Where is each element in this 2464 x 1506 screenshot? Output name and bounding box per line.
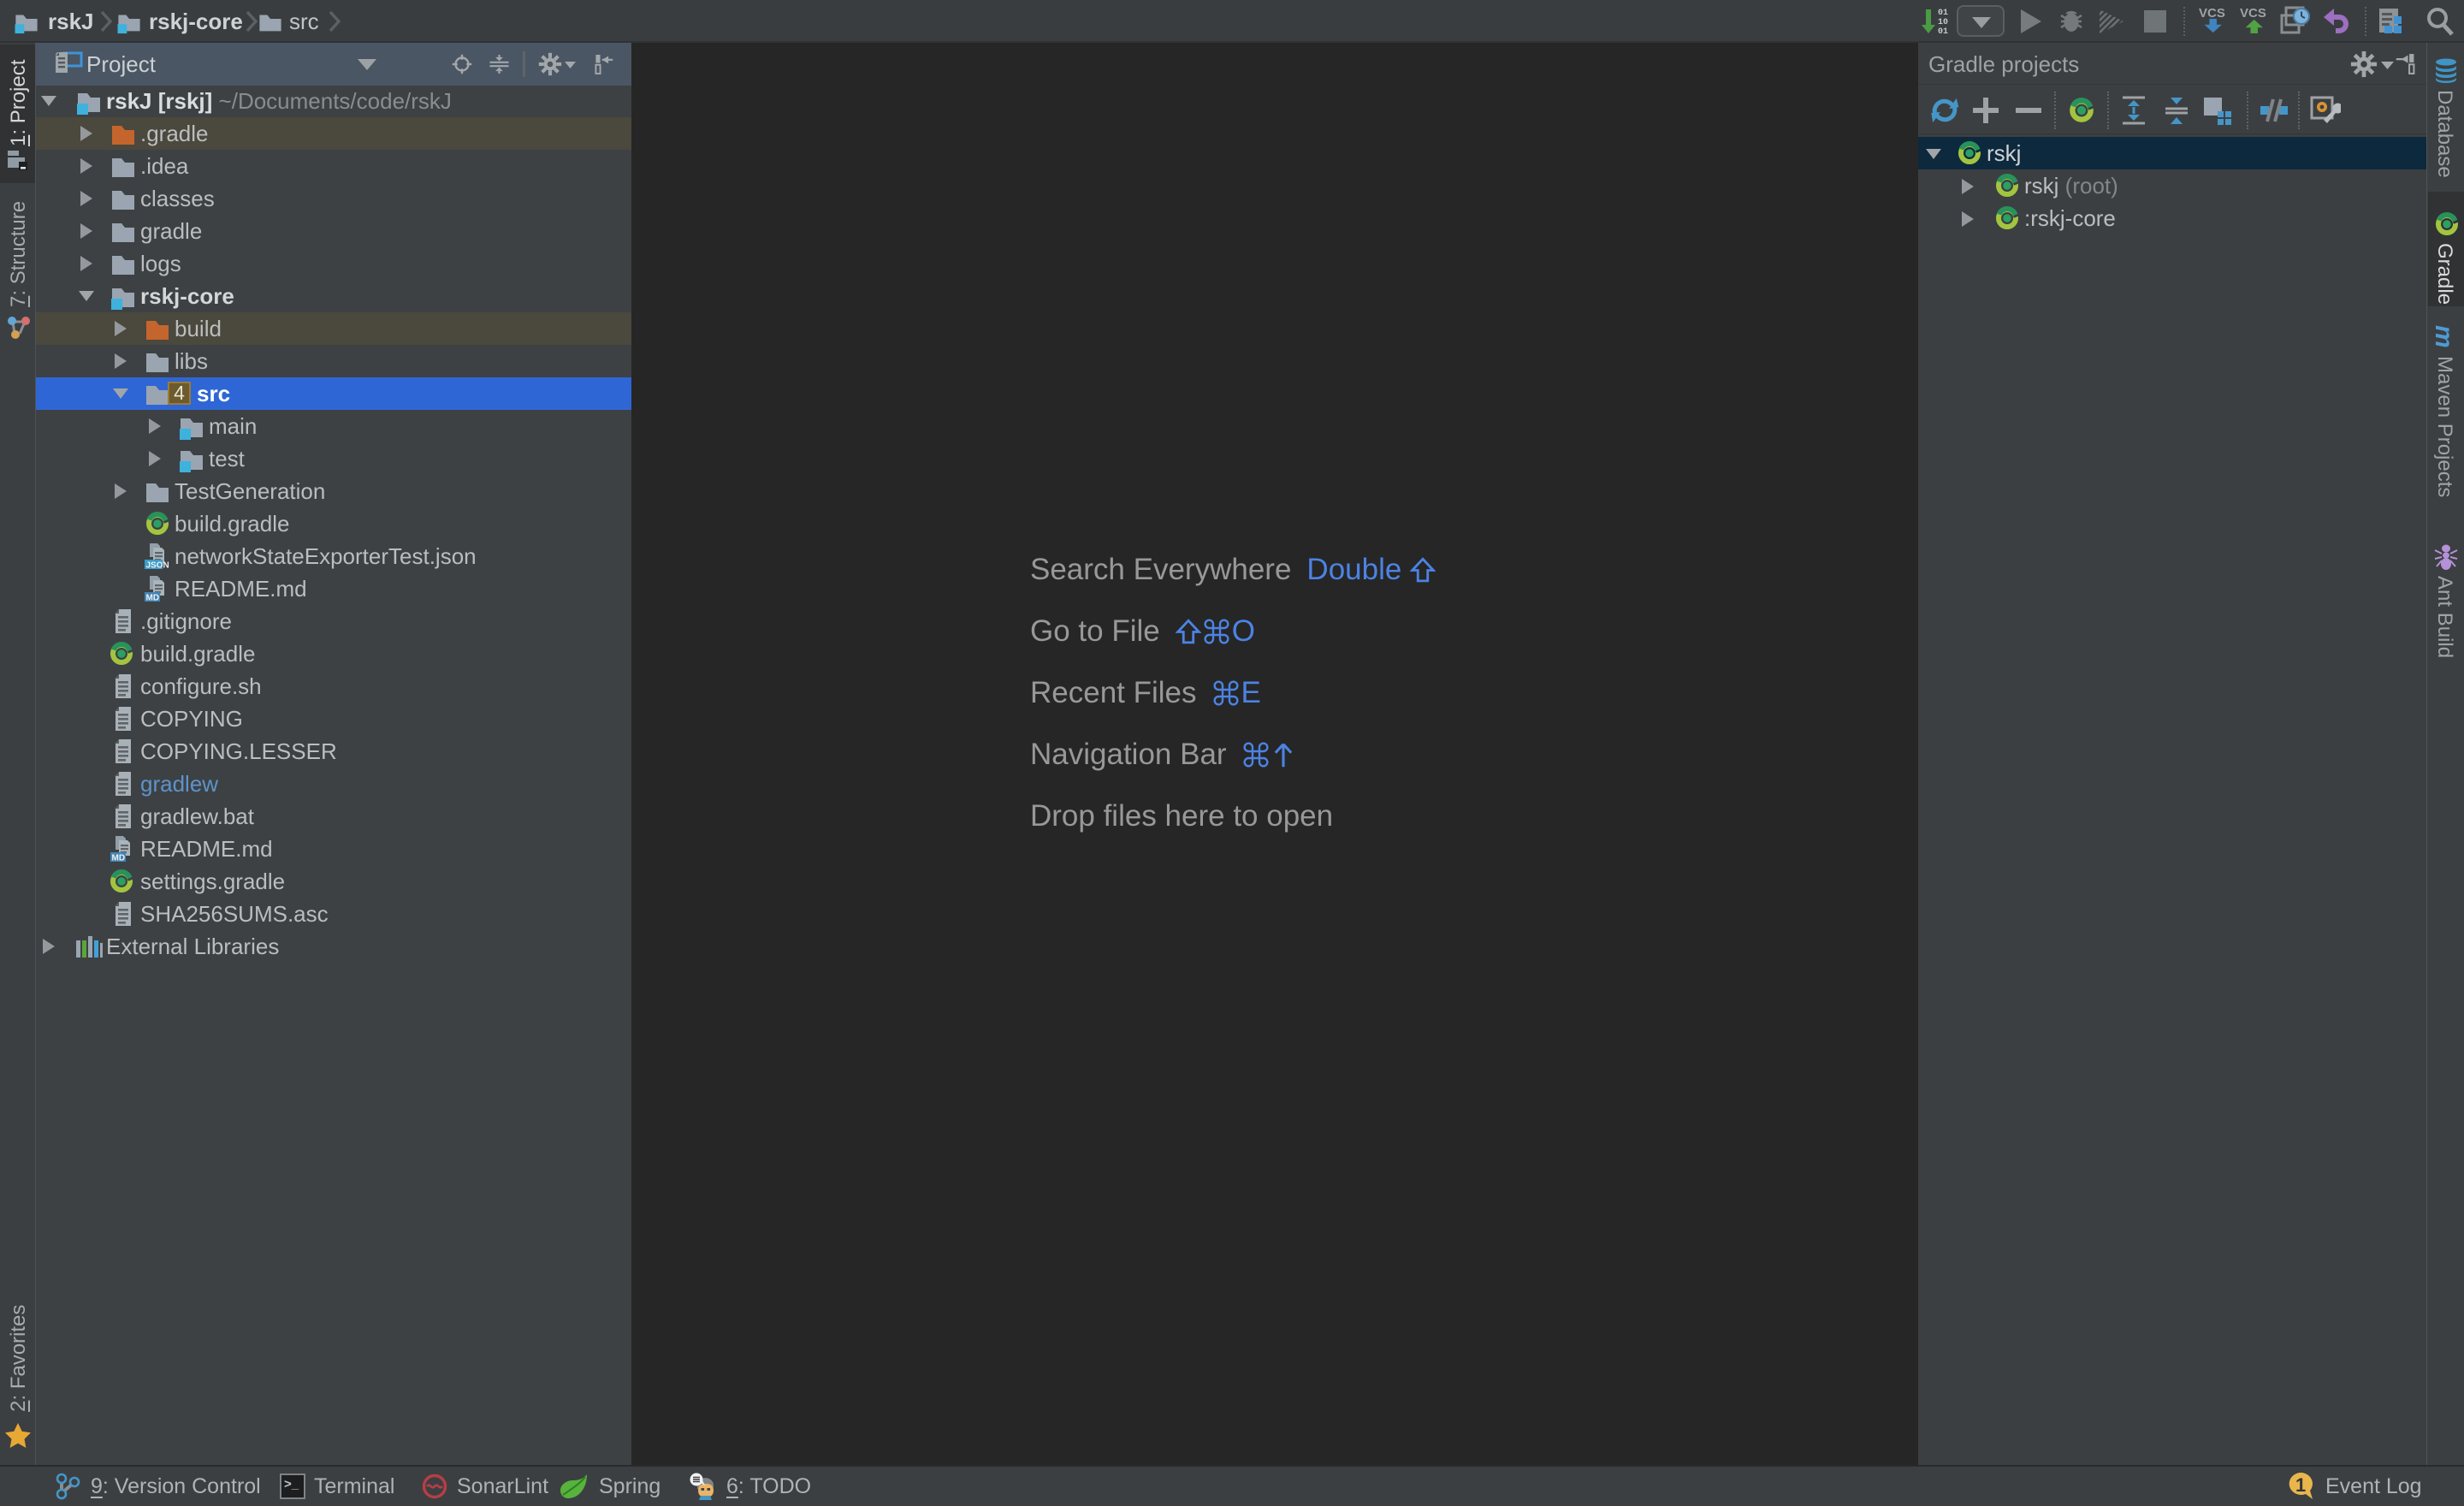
svg-text:VCS: VCS: [2199, 6, 2225, 21]
svg-text:10: 10: [1938, 18, 1948, 27]
svg-text:01: 01: [1938, 27, 1948, 37]
svg-text:VCS: VCS: [2240, 6, 2266, 21]
svg-text:MD: MD: [112, 854, 126, 863]
svg-text:1: 1: [2295, 1474, 2306, 1496]
svg-text:MD: MD: [146, 594, 160, 603]
svg-text:01: 01: [1938, 9, 1948, 18]
svg-text:JSON: JSON: [146, 561, 169, 571]
